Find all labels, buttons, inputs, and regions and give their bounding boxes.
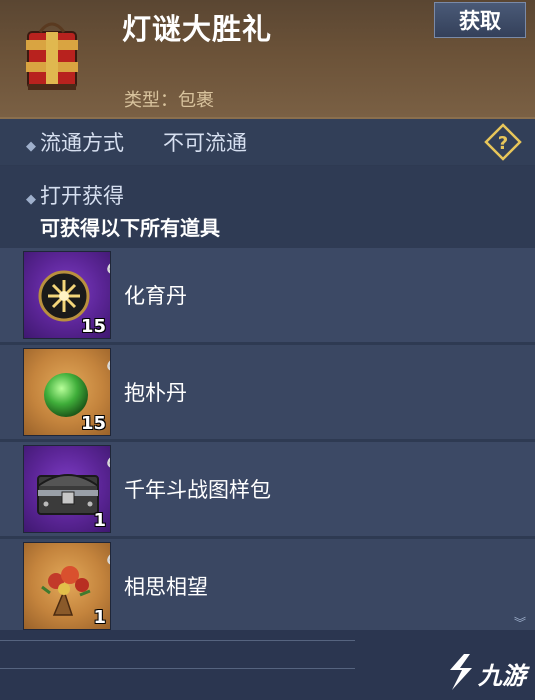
item-count: 1 <box>93 510 106 531</box>
circulation-label: ◆ 流通方式 <box>26 127 124 157</box>
item-name: 化育丹 <box>124 284 187 308</box>
open-rewards-section: ◆ 打开获得 可获得以下所有道具 <box>0 166 535 248</box>
reward-list: 15 化育丹 15 抱朴丹 1 千年斗战图样包 1 相思相望 <box>0 248 535 636</box>
open-rewards-label-text: 打开获得 <box>40 184 124 208</box>
item-type-label: 类型：包裹 <box>124 90 214 111</box>
watermark-text: 九游 <box>478 662 526 690</box>
get-button[interactable]: 获取 <box>434 2 526 38</box>
item-count: 1 <box>93 607 106 628</box>
list-item[interactable]: 1 千年斗战图样包 <box>0 442 535 536</box>
help-icon[interactable]: ? <box>484 123 522 161</box>
diamond-bullet-icon: ◆ <box>26 192 36 207</box>
item-slot[interactable]: 1 <box>23 542 111 630</box>
item-slot[interactable]: 1 <box>23 445 111 533</box>
circulation-value: 不可流通 <box>163 131 247 155</box>
item-name: 抱朴丹 <box>124 381 187 405</box>
list-item[interactable]: 15 化育丹 <box>0 248 535 342</box>
item-slot[interactable]: 15 <box>23 348 111 436</box>
divider <box>0 668 355 669</box>
open-rewards-description: 可获得以下所有道具 <box>40 216 220 240</box>
scroll-down-icon[interactable]: ︾ <box>514 614 526 631</box>
divider <box>0 640 355 641</box>
circulation-label-text: 流通方式 <box>40 131 124 155</box>
item-slot[interactable]: 15 <box>23 251 111 339</box>
diamond-bullet-icon: ◆ <box>26 139 36 154</box>
list-item[interactable]: 1 相思相望 <box>0 539 535 633</box>
gift-box-icon <box>20 18 84 96</box>
item-count: 15 <box>80 413 106 434</box>
open-rewards-label: ◆ 打开获得 <box>26 180 124 210</box>
svg-text:?: ? <box>498 133 508 154</box>
item-header: 灯谜大胜礼 类型：包裹 获取 <box>0 0 535 119</box>
list-item[interactable]: 15 抱朴丹 <box>0 345 535 439</box>
item-name: 相思相望 <box>124 575 208 599</box>
item-name: 千年斗战图样包 <box>124 478 271 502</box>
page-title: 灯谜大胜礼 <box>122 12 273 46</box>
item-count: 15 <box>80 316 106 337</box>
circulation-row: ◆ 流通方式 不可流通 ? <box>0 119 535 165</box>
